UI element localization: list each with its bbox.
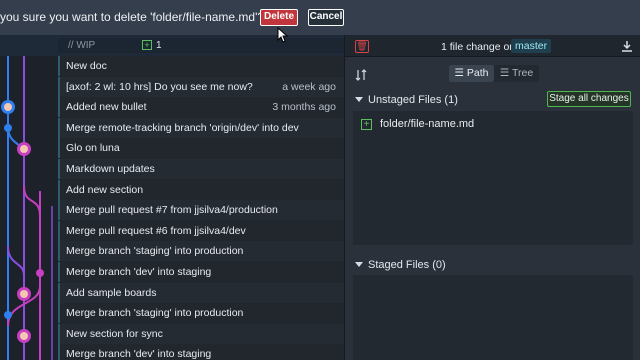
branch-graph (1, 56, 53, 360)
wip-bar (58, 38, 344, 53)
delete-button[interactable]: Delete (260, 9, 298, 26)
commit-row[interactable]: [axof: 2 wl: 10 hrs] Do you see me now? a… (58, 76, 344, 97)
commit-message: Merge pull request #6 from jjsilva4/dev (66, 224, 246, 237)
cancel-button[interactable]: Cancel (308, 9, 344, 26)
unstaged-title: Unstaged Files (1) (368, 94, 458, 106)
staging-header: 🗑 1 file change on master (345, 35, 640, 57)
tab-tree-label: Tree (511, 67, 534, 79)
commit-message: Add sample boards (66, 286, 157, 299)
wip-row[interactable]: // WIP + 1 (0, 35, 344, 56)
commit-message: [axof: 2 wl: 10 hrs] Do you see me now? (66, 80, 253, 93)
view-toggle: ☰ Path ☰ Tree (449, 65, 539, 82)
commit-row[interactable]: New doc (58, 56, 344, 76)
commit-time: a week ago (282, 80, 336, 93)
commit-row[interactable]: Merge branch 'staging' into production (58, 241, 344, 262)
staged-section-toggle[interactable]: Staged Files (0) (355, 259, 446, 271)
commit-row[interactable]: New section for sync (58, 323, 344, 344)
staged-file-list (353, 275, 633, 360)
commit-row[interactable]: Merge branch 'dev' into staging (58, 262, 344, 282)
file-added-icon: + (142, 40, 152, 50)
commit-row[interactable]: Glo on luna (58, 138, 344, 159)
commit-row[interactable]: Add sample boards (58, 282, 344, 303)
commit-row[interactable]: Merge branch 'staging' into production (58, 303, 344, 324)
commit-message: Merge pull request #7 from jjsilva4/prod… (66, 204, 278, 217)
branch-badge[interactable]: master (511, 39, 552, 53)
commit-message: Markdown updates (66, 163, 155, 175)
commit-row[interactable]: Markdown updates (58, 159, 344, 179)
commit-message: New doc (66, 60, 107, 72)
confirm-message: you sure you want to delete 'folder/file… (0, 10, 265, 24)
commit-message: Added new bullet (66, 101, 147, 114)
commit-row[interactable]: Merge pull request #6 from jjsilva4/dev (58, 220, 344, 241)
sort-icon[interactable] (355, 69, 367, 81)
delete-confirmation-bar: you sure you want to delete 'folder/file… (0, 0, 640, 35)
commit-row[interactable]: Added new bullet 3 months ago (58, 97, 344, 118)
staged-title: Staged Files (0) (368, 259, 446, 271)
changes-summary: 1 file change on (441, 41, 516, 53)
commit-message: Merge branch 'staging' into production (66, 307, 244, 320)
caret-down-icon (355, 262, 363, 267)
unstaged-section-toggle[interactable]: Unstaged Files (1) (355, 94, 458, 106)
commit-row[interactable]: Merge pull request #7 from jjsilva4/prod… (58, 200, 344, 221)
tab-path[interactable]: ☰ Path (449, 65, 494, 82)
tree-icon: ☰ (499, 67, 510, 79)
commit-row[interactable]: Merge branch 'dev' into staging (58, 344, 344, 360)
commit-message: Add new section (66, 183, 144, 196)
file-name: folder/file-name.md (380, 118, 475, 130)
commit-message: Merge branch 'dev' into staging (66, 266, 212, 278)
commit-message: Merge branch 'dev' into staging (66, 348, 212, 360)
wip-count: 1 (156, 40, 162, 51)
file-added-icon: + (361, 119, 372, 130)
list-icon: ☰ (454, 67, 464, 79)
commit-message: Merge branch 'staging' into production (66, 245, 244, 258)
caret-down-icon (355, 97, 363, 102)
wip-label: // WIP (68, 40, 96, 51)
tab-path-label: Path (466, 67, 489, 79)
commit-message: Glo on luna (66, 142, 120, 155)
commit-row[interactable]: Add new section (58, 179, 344, 200)
stage-all-button[interactable]: Stage all changes (547, 91, 631, 107)
commit-row[interactable]: Merge remote-tracking branch 'origin/dev… (58, 117, 344, 138)
commit-message: Merge remote-tracking branch 'origin/dev… (66, 121, 299, 134)
staging-panel: 🗑 1 file change on master ☰ Path ☰ Tree … (344, 35, 640, 360)
unstaged-file-list: + folder/file-name.md (353, 111, 633, 245)
tab-tree[interactable]: ☰ Tree (494, 65, 539, 82)
mouse-cursor-icon (277, 27, 289, 43)
commit-message: New section for sync (66, 327, 163, 340)
trash-icon[interactable]: 🗑 (355, 40, 369, 53)
download-icon[interactable] (621, 40, 633, 52)
commit-time: 3 months ago (272, 101, 336, 114)
commit-graph-panel: // WIP + 1 New doc [axof: 2 wl: 10 hrs] D… (0, 35, 344, 360)
